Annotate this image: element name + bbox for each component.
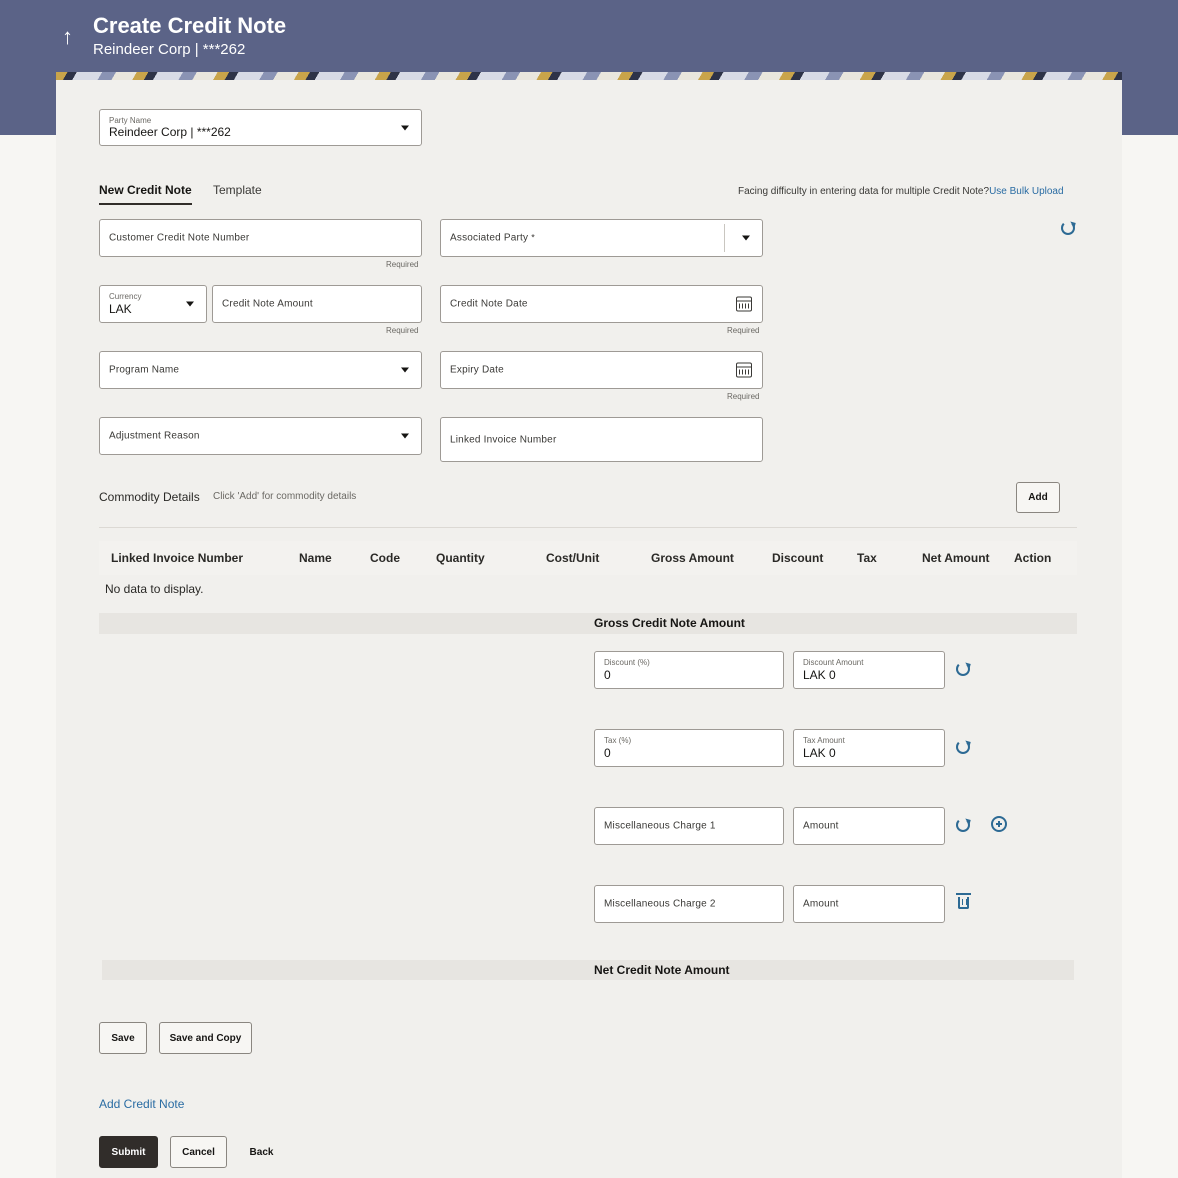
discount-percent-input[interactable]: Discount (%) 0 xyxy=(594,651,784,689)
party-name-select[interactable]: Party Name Reindeer Corp | ***262 xyxy=(99,109,422,146)
adjustment-reason-label: Adjustment Reason xyxy=(109,430,200,442)
tax-amount-value: LAK 0 xyxy=(803,746,836,760)
trash-icon[interactable] xyxy=(956,893,971,909)
column-header-linked-invoice-number: Linked Invoice Number xyxy=(111,551,244,565)
bulk-upload-link[interactable]: Use Bulk Upload xyxy=(989,186,1063,197)
submit-button[interactable]: Submit xyxy=(99,1136,158,1168)
back-arrow-icon[interactable]: ↑ xyxy=(62,24,73,50)
add-circle-icon[interactable] xyxy=(991,816,1007,832)
column-header-discount: Discount xyxy=(772,551,824,565)
amount-label: Amount xyxy=(803,898,839,910)
select-divider xyxy=(724,224,725,252)
required-hint: Required xyxy=(386,260,419,269)
required-hint: Required xyxy=(386,326,419,335)
misc-charge-2-amount-input[interactable]: Amount xyxy=(793,885,945,923)
discount-percent-value: 0 xyxy=(604,668,611,682)
add-credit-note-link[interactable]: Add Credit Note xyxy=(99,1097,184,1111)
gross-amount-band xyxy=(99,613,1077,634)
customer-credit-note-number-input[interactable]: Customer Credit Note Number xyxy=(99,219,422,257)
currency-label: Currency xyxy=(109,292,142,301)
required-hint: Required xyxy=(727,392,760,401)
tab-template[interactable]: Template xyxy=(213,183,262,197)
column-header-code: Code xyxy=(370,551,400,565)
column-header-gross-amount: Gross Amount xyxy=(651,551,734,565)
associated-party-label: Associated Party * xyxy=(450,232,535,244)
program-name-select[interactable]: Program Name xyxy=(99,351,422,389)
page-subtitle: Reindeer Corp | ***262 xyxy=(93,41,246,58)
column-header-net-amount: Net Amount xyxy=(922,551,990,565)
commodity-details-title: Commodity Details xyxy=(99,490,200,504)
column-header-name: Name xyxy=(299,551,332,565)
associated-party-select[interactable]: Associated Party * xyxy=(440,219,763,257)
adjustment-reason-select[interactable]: Adjustment Reason xyxy=(99,417,422,455)
tax-amount-input[interactable]: Tax Amount LAK 0 xyxy=(793,729,945,767)
add-commodity-button[interactable]: Add xyxy=(1016,482,1060,513)
credit-note-amount-label: Credit Note Amount xyxy=(222,298,313,310)
tax-percent-input[interactable]: Tax (%) 0 xyxy=(594,729,784,767)
bulk-upload-hint: Facing difficulty in entering data for m… xyxy=(738,186,1064,197)
misc-charge-1-amount-input[interactable]: Amount xyxy=(793,807,945,845)
currency-value: LAK xyxy=(109,302,132,316)
discount-amount-value: LAK 0 xyxy=(803,668,836,682)
back-button[interactable]: Back xyxy=(239,1136,284,1168)
program-name-label: Program Name xyxy=(109,364,180,376)
column-header-quantity: Quantity xyxy=(436,551,485,565)
page-title: Create Credit Note xyxy=(93,13,287,38)
credit-note-amount-input[interactable]: Credit Note Amount xyxy=(212,285,422,323)
column-header-action: Action xyxy=(1014,551,1052,565)
refresh-icon[interactable] xyxy=(956,818,970,832)
linked-invoice-number-input[interactable]: Linked Invoice Number xyxy=(440,417,763,462)
party-name-label: Party Name xyxy=(109,116,152,125)
discount-percent-label: Discount (%) xyxy=(604,658,650,667)
refresh-icon[interactable] xyxy=(956,662,970,676)
misc-charge-1-label: Miscellaneous Charge 1 xyxy=(604,820,716,832)
misc-charge-2-label: Miscellaneous Charge 2 xyxy=(604,898,716,910)
amount-label: Amount xyxy=(803,820,839,832)
discount-amount-label: Discount Amount xyxy=(803,658,864,667)
party-name-value: Reindeer Corp | ***262 xyxy=(109,125,231,139)
save-button[interactable]: Save xyxy=(99,1022,147,1054)
tab-new-credit-note[interactable]: New Credit Note xyxy=(99,183,192,205)
table-empty-message: No data to display. xyxy=(105,582,204,596)
misc-charge-2-input[interactable]: Miscellaneous Charge 2 xyxy=(594,885,784,923)
refresh-icon[interactable] xyxy=(956,740,970,754)
expiry-date-input[interactable]: Expiry Date xyxy=(440,351,763,389)
discount-amount-input[interactable]: Discount Amount LAK 0 xyxy=(793,651,945,689)
calendar-icon[interactable] xyxy=(736,296,752,312)
column-header-tax: Tax xyxy=(857,551,877,565)
misc-charge-1-input[interactable]: Miscellaneous Charge 1 xyxy=(594,807,784,845)
commodity-details-hint: Click 'Add' for commodity details xyxy=(213,491,357,502)
tax-amount-label: Tax Amount xyxy=(803,736,845,745)
chevron-down-icon xyxy=(401,433,409,439)
customer-credit-note-number-label: Customer Credit Note Number xyxy=(109,232,250,244)
chevron-down-icon xyxy=(742,235,750,241)
calendar-icon[interactable] xyxy=(736,362,752,378)
cancel-button[interactable]: Cancel xyxy=(170,1136,227,1168)
credit-note-date-input[interactable]: Credit Note Date xyxy=(440,285,763,323)
chevron-down-icon xyxy=(401,367,409,373)
linked-invoice-number-label: Linked Invoice Number xyxy=(450,434,557,445)
required-hint: Required xyxy=(727,326,760,335)
tax-percent-value: 0 xyxy=(604,746,611,760)
net-credit-note-amount-title: Net Credit Note Amount xyxy=(594,963,730,977)
chevron-down-icon xyxy=(186,301,194,307)
gross-credit-note-amount-title: Gross Credit Note Amount xyxy=(594,616,745,630)
currency-select[interactable]: Currency LAK xyxy=(99,285,207,323)
net-amount-band xyxy=(102,960,1074,980)
refresh-icon[interactable] xyxy=(1061,221,1075,235)
bulk-upload-text: Facing difficulty in entering data for m… xyxy=(738,186,990,197)
tax-percent-label: Tax (%) xyxy=(604,736,632,745)
expiry-date-label: Expiry Date xyxy=(450,364,504,376)
credit-note-date-label: Credit Note Date xyxy=(450,298,528,310)
section-divider xyxy=(99,527,1077,528)
column-header-cost-unit: Cost/Unit xyxy=(546,551,600,565)
required-asterisk: * xyxy=(531,232,535,243)
chevron-down-icon xyxy=(401,125,409,130)
save-and-copy-button[interactable]: Save and Copy xyxy=(159,1022,252,1054)
